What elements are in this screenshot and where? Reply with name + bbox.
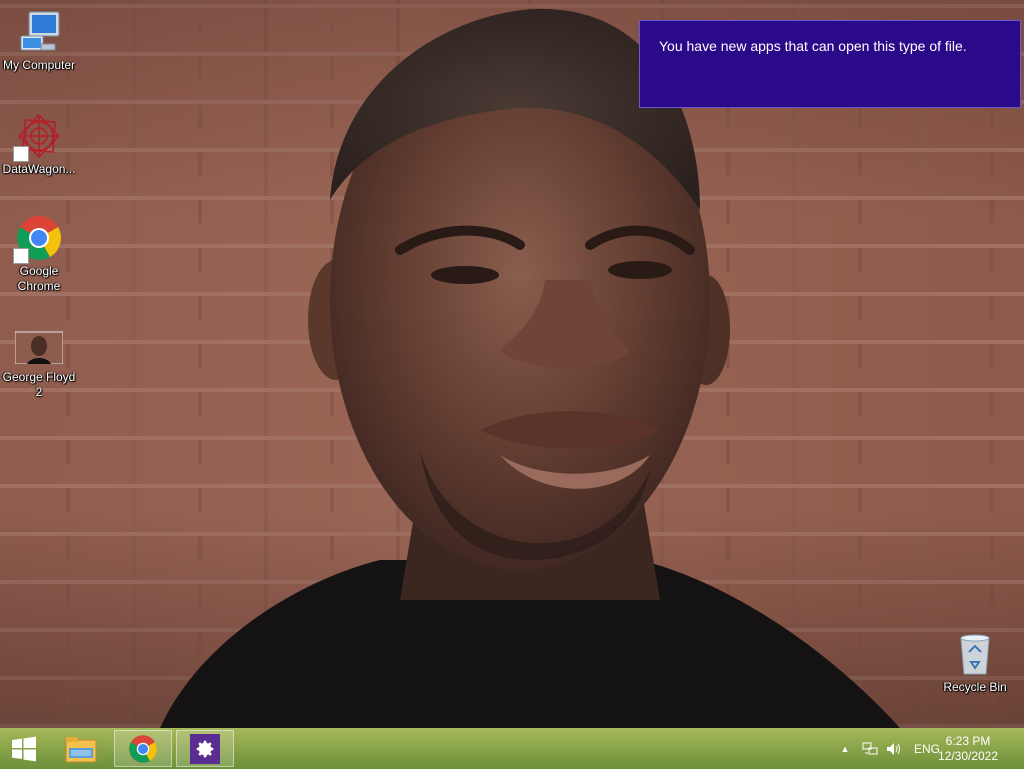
desktop-icon-recycle-bin[interactable]: Recycle Bin [937,630,1013,695]
file-explorer-icon [65,736,97,762]
settings-gear-icon [190,733,220,764]
clock-time: 6:23 PM [945,734,991,748]
taskbar: ▲ ENG 6:23 PM 12/30/2022 [0,728,1024,769]
wallpaper-portrait [160,8,900,728]
image-thumbnail-icon [14,330,64,368]
chrome-icon [129,734,157,763]
windows-logo-icon [12,736,36,761]
desktop-icon-label: Google Chrome [17,264,61,293]
shortcut-arrow-icon [13,146,29,162]
datawagon-icon [13,112,63,162]
network-icon [862,742,878,755]
start-button[interactable] [0,730,48,767]
clock[interactable]: 6:23 PM 12/30/2022 [928,734,1008,764]
taskbar-settings[interactable] [176,730,234,767]
desktop-wallpaper: My Computer DataWagon... Google Chrome G… [0,0,1024,728]
app-notification-toast[interactable]: You have new apps that can open this typ… [639,20,1021,108]
desktop-icon-label: George Floyd 2 [2,370,76,399]
desktop-icon-label: Recycle Bin [943,680,1007,694]
taskbar-file-explorer[interactable] [52,730,110,767]
clock-date: 12/30/2022 [937,749,999,763]
toast-message: You have new apps that can open this typ… [659,38,967,54]
desktop-icon-label: My Computer [2,58,76,72]
volume-tray-button[interactable] [884,729,904,769]
chevron-up-icon: ▲ [840,744,850,754]
taskbar-chrome[interactable] [114,730,172,767]
shortcut-arrow-icon [13,248,29,264]
speaker-icon [887,743,900,755]
desktop-icon-my-computer[interactable]: My Computer [1,8,77,73]
desktop-icon-label: DataWagon... [2,162,76,176]
desktop-icon-google-chrome[interactable]: Google Chrome [1,214,77,294]
network-tray-button[interactable] [860,729,880,769]
computer-icon [15,8,63,56]
show-hidden-icons-button[interactable]: ▲ [838,729,852,769]
desktop-icon-datawagon[interactable]: DataWagon... [1,112,77,177]
recycle-bin-icon [951,630,999,678]
desktop-icon-image-file[interactable]: George Floyd 2 [1,330,77,400]
chrome-icon [13,214,63,264]
